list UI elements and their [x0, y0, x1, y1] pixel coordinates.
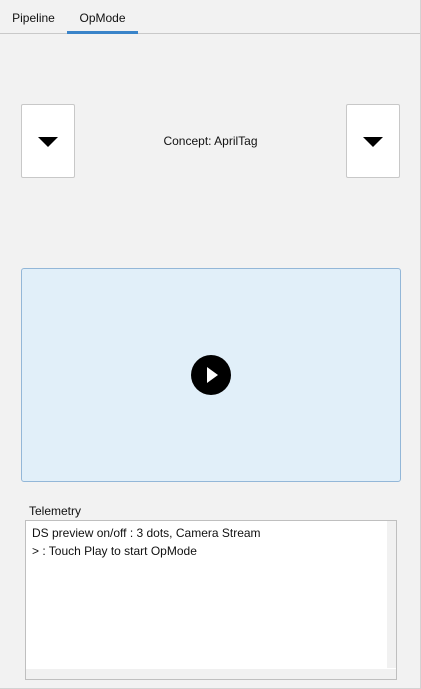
telemetry-vertical-scrollbar[interactable] [387, 521, 396, 668]
telemetry-lines: DS preview on/off : 3 dots, Camera Strea… [32, 524, 384, 560]
telemetry-label: Telemetry [29, 504, 82, 518]
opmode-dropdown-right-button[interactable] [346, 104, 400, 178]
camera-preview-panel[interactable] [21, 268, 401, 482]
tab-opmode[interactable]: OpMode [67, 0, 138, 34]
tab-pipeline[interactable]: Pipeline [0, 0, 67, 33]
play-button[interactable] [191, 355, 231, 395]
tab-bar: Pipeline OpMode [0, 0, 420, 34]
telemetry-line: DS preview on/off : 3 dots, Camera Strea… [32, 526, 261, 540]
telemetry-horizontal-scrollbar[interactable] [26, 669, 396, 679]
window-frame: Pipeline OpMode Concept: AprilTag Teleme… [0, 0, 421, 689]
caret-down-icon [38, 137, 58, 147]
play-icon [207, 367, 218, 383]
caret-down-icon [363, 137, 383, 147]
selected-opmode-label: Concept: AprilTag [163, 134, 258, 148]
opmode-dropdown-left-button[interactable] [21, 104, 75, 178]
telemetry-output[interactable]: DS preview on/off : 3 dots, Camera Strea… [25, 520, 397, 680]
telemetry-line: > : Touch Play to start OpMode [32, 544, 197, 558]
